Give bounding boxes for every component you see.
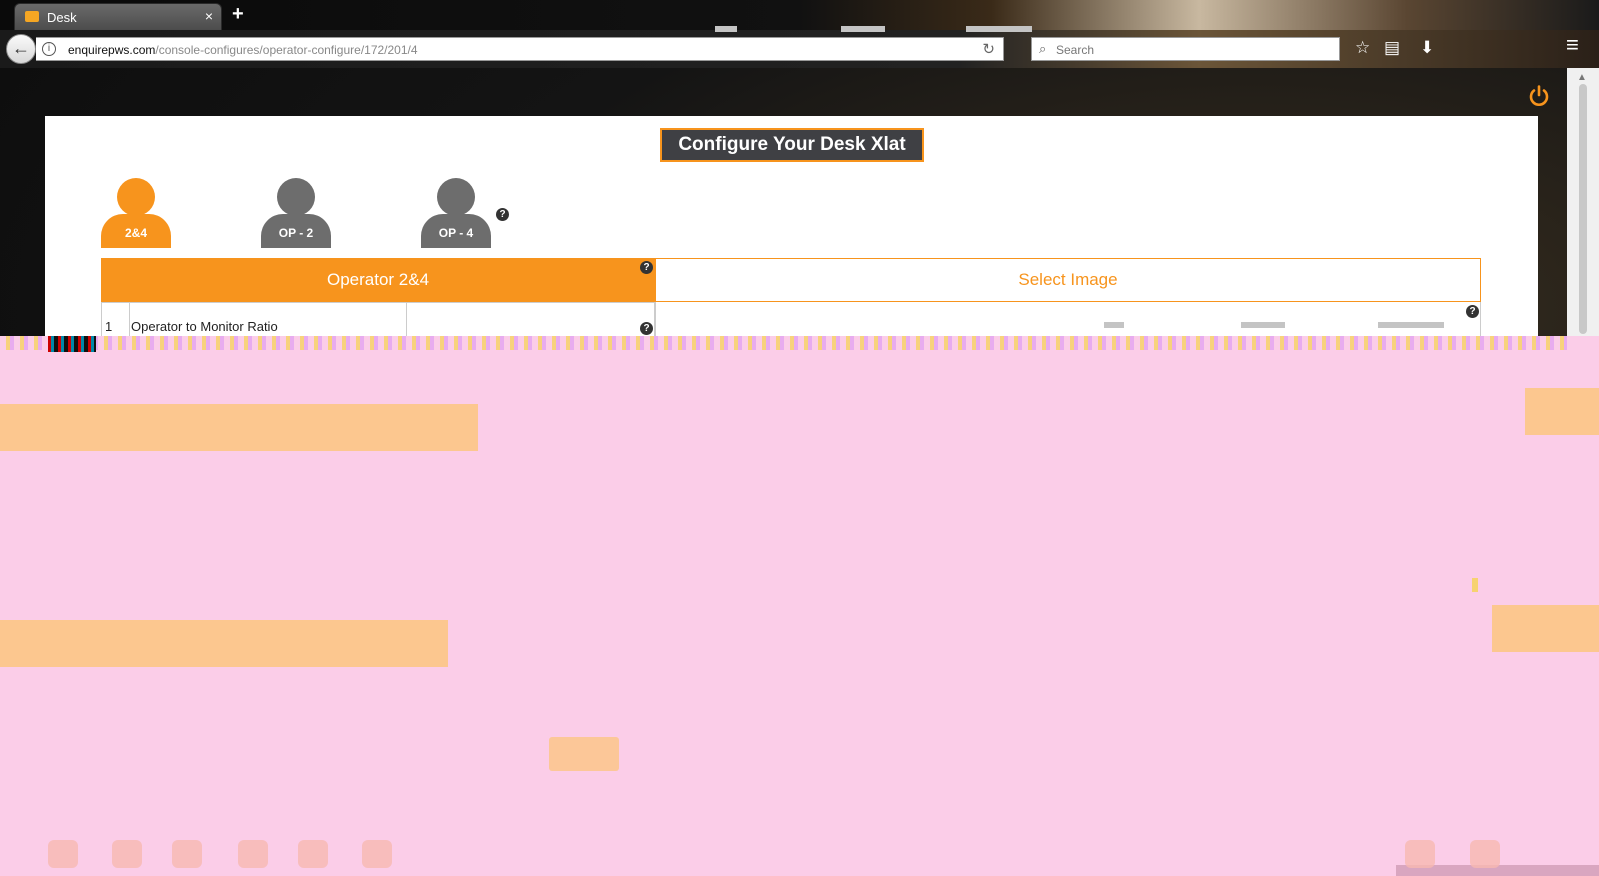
bookmark-star-icon[interactable]: ☆ <box>1355 38 1370 58</box>
taskbar-app-icon[interactable] <box>238 840 268 868</box>
download-icon[interactable]: ⬇ <box>1420 38 1434 58</box>
tab-title: Desk <box>47 10 77 25</box>
address-bar[interactable]: i enquirepws.com/console-configures/oper… <box>36 37 1004 61</box>
corrupted-section-band <box>0 404 478 451</box>
tab-select-image[interactable]: Select Image <box>655 258 1481 302</box>
library-icon[interactable]: ▤ <box>1384 38 1400 58</box>
operator-2and4-button[interactable]: 2&4 <box>101 178 171 248</box>
monitor-layout-thumbnail[interactable] <box>715 26 737 32</box>
tab-bar: Desk × + <box>0 0 1599 30</box>
corrupted-button[interactable] <box>549 737 619 771</box>
operator-label: 2&4 <box>101 214 171 248</box>
column-divider <box>129 303 130 337</box>
favicon-icon <box>25 11 39 22</box>
taskbar-app-icon[interactable] <box>112 840 142 868</box>
row-number: 1 <box>105 319 113 334</box>
monitor-layout-thumbnail[interactable] <box>966 26 1032 32</box>
url-path: /console-configures/operator-configure/1… <box>155 43 418 57</box>
corrupted-strip <box>0 336 1567 350</box>
monitor-layout-thumbnail[interactable] <box>1104 322 1124 328</box>
power-icon[interactable] <box>1527 84 1551 108</box>
close-tab-icon[interactable]: × <box>205 8 213 24</box>
operator-label: OP - 2 <box>261 214 331 248</box>
tab-operator[interactable]: Operator 2&4 <box>101 258 655 302</box>
search-icon: ⌕ <box>1039 41 1047 56</box>
operator-label: OP - 4 <box>421 214 491 248</box>
back-button[interactable]: ← <box>6 34 36 64</box>
taskbar-app-icon[interactable] <box>172 840 202 868</box>
navigation-bar: ← i enquirepws.com/console-configures/op… <box>0 30 1599 68</box>
row-label: Operator to Monitor Ratio <box>131 319 278 334</box>
corrupted-section-band <box>0 620 448 667</box>
taskbar-app-icon[interactable] <box>48 840 78 868</box>
table-row: 1 Operator to Monitor Ratio <box>101 302 655 337</box>
corrupted-block <box>48 336 96 352</box>
browser-tab[interactable]: Desk × <box>14 3 222 30</box>
corrupted-section-band <box>1525 388 1599 435</box>
corrupted-section-band <box>1492 605 1599 652</box>
page-title: Configure Your Desk Xlat <box>660 128 924 162</box>
taskbar-app-icon[interactable] <box>362 840 392 868</box>
image-selection-area <box>655 302 1481 336</box>
monitor-layout-thumbnail[interactable] <box>1241 322 1285 328</box>
operator-tab-help-icon[interactable]: ? <box>640 261 653 274</box>
menu-icon[interactable]: ≡ <box>1566 34 1579 56</box>
scrollbar-thumb[interactable] <box>1579 84 1587 334</box>
operator-op2-button[interactable]: OP - 2 <box>261 178 331 248</box>
ratio-help-icon[interactable]: ? <box>640 322 653 335</box>
operator-op4-button[interactable]: OP - 4 <box>421 178 491 248</box>
tray-icon[interactable] <box>1405 840 1435 868</box>
operators-help-icon[interactable]: ? <box>496 208 509 221</box>
operator-head-icon <box>277 178 315 216</box>
site-info-icon[interactable]: i <box>42 42 56 56</box>
search-placeholder: Search <box>1056 43 1095 57</box>
reload-icon[interactable]: ↻ <box>982 40 995 58</box>
column-divider <box>406 303 407 337</box>
scroll-up-arrow-icon[interactable]: ▲ <box>1577 72 1587 83</box>
taskbar-app-icon[interactable] <box>298 840 328 868</box>
new-tab-button[interactable]: + <box>232 3 244 26</box>
operator-head-icon <box>117 178 155 216</box>
image-help-icon[interactable]: ? <box>1466 305 1479 318</box>
search-input[interactable]: ⌕ Search <box>1031 37 1340 61</box>
url-host: enquirepws.com <box>68 43 156 57</box>
tray-icon[interactable] <box>1470 840 1500 868</box>
operator-head-icon <box>437 178 475 216</box>
url-text: enquirepws.com/console-configures/operat… <box>68 43 418 57</box>
monitor-layout-thumbnail[interactable] <box>841 26 885 32</box>
corrupted-pixel <box>1472 578 1478 592</box>
monitor-layout-thumbnail[interactable] <box>1378 322 1444 328</box>
